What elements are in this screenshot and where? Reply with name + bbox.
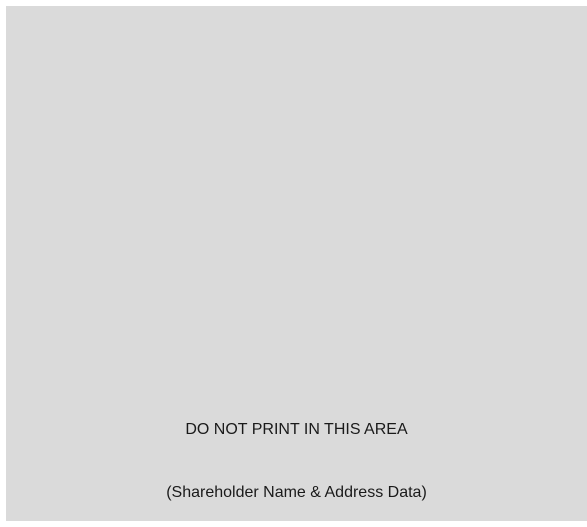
do-not-print-notice: DO NOT PRINT IN THIS AREA — [185, 421, 408, 438]
shareholder-data-caption: (Shareholder Name & Address Data) — [166, 484, 427, 501]
reserved-address-area: DO NOT PRINT IN THIS AREA (Shareholder N… — [6, 6, 587, 521]
